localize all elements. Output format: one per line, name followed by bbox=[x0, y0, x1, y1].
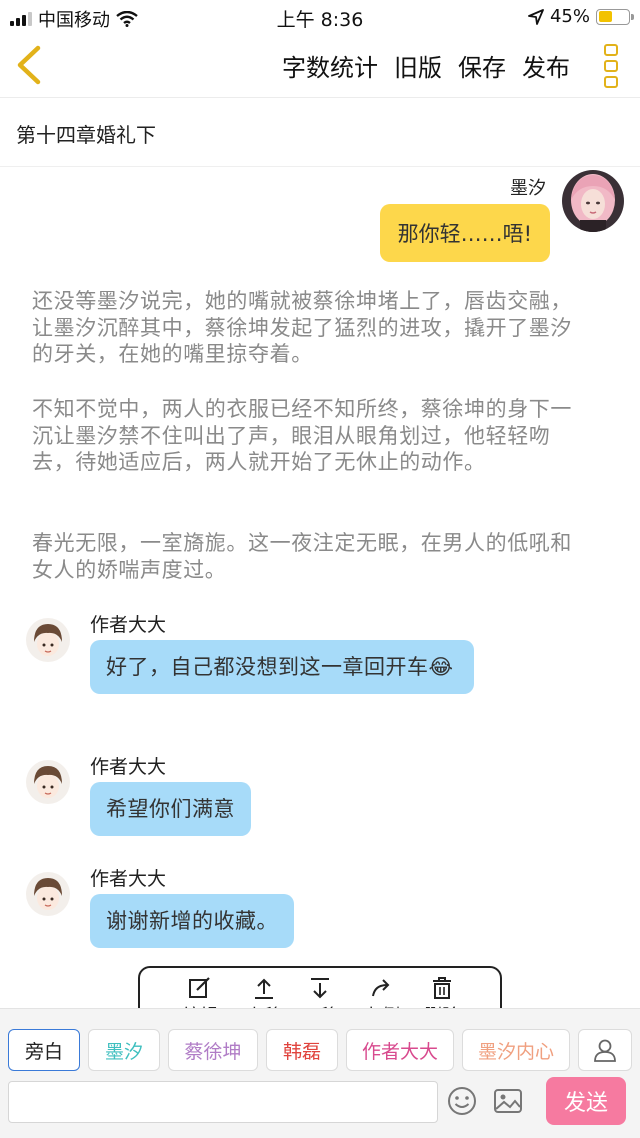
narration-paragraph-3[interactable]: 春光无限，一室旖旎。这一夜注定无眠，在男人的低吼和女人的娇喘声度过。 bbox=[32, 530, 592, 583]
author-avatar bbox=[26, 872, 70, 916]
chevron-left-icon bbox=[17, 45, 41, 85]
image-button[interactable] bbox=[492, 1085, 524, 1117]
battery-fill bbox=[598, 11, 612, 22]
character-chips: 旁白 墨汐 蔡徐坤 韩磊 作者大大 墨汐内心 bbox=[8, 1029, 570, 1071]
chip-label: 旁白 bbox=[24, 1040, 63, 1063]
user-icon bbox=[594, 1039, 616, 1062]
chip-label: 墨汐 bbox=[104, 1040, 143, 1063]
old-version-button[interactable]: 旧版 bbox=[394, 48, 442, 83]
author-name: 作者大大 bbox=[90, 868, 167, 890]
moxi-bubble[interactable]: 那你轻……唔! bbox=[379, 204, 550, 262]
chapter-title[interactable]: 第十四章婚礼下 bbox=[0, 99, 640, 167]
chip-label: 韩磊 bbox=[282, 1040, 321, 1063]
narration-paragraph-1[interactable]: 还没等墨汐说完，她的嘴就被蔡徐坤堵上了，唇齿交融，让墨汐沉醉其中，蔡徐坤发起了猛… bbox=[32, 288, 592, 368]
author-avatar bbox=[26, 618, 70, 662]
author-avatar bbox=[26, 760, 70, 804]
arrow-down-icon bbox=[311, 978, 329, 999]
status-bar: 中国移动 上午 8:36 45% bbox=[0, 0, 640, 34]
back-button[interactable] bbox=[10, 42, 50, 88]
moxi-name: 墨汐 bbox=[510, 178, 546, 199]
chip-label: 墨汐内心 bbox=[477, 1040, 554, 1063]
more-vertical-icon[interactable] bbox=[602, 44, 620, 88]
moxi-avatar bbox=[562, 170, 624, 232]
chip-moxi-inner[interactable]: 墨汐内心 bbox=[462, 1029, 570, 1071]
smiley-icon bbox=[448, 1087, 476, 1115]
chip-moxi[interactable]: 墨汐 bbox=[88, 1029, 160, 1071]
author-name: 作者大大 bbox=[90, 614, 167, 636]
chip-author[interactable]: 作者大大 bbox=[346, 1029, 454, 1071]
arrow-up-icon bbox=[255, 978, 273, 999]
edit-icon bbox=[189, 977, 210, 998]
moxi-message[interactable]: 墨汐 那你轻……唔! bbox=[324, 170, 624, 270]
emoji-button[interactable] bbox=[446, 1085, 478, 1117]
add-character-button[interactable] bbox=[578, 1029, 632, 1071]
trash-icon bbox=[433, 977, 451, 999]
battery-icon bbox=[596, 8, 634, 25]
message-input[interactable] bbox=[8, 1081, 438, 1123]
narration-paragraph-2[interactable]: 不知不觉中，两人的衣服已经不知所终，蔡徐坤的身下一沉让墨汐禁不住叫出了声，眼泪从… bbox=[32, 396, 592, 476]
battery-percent: 45% bbox=[549, 6, 590, 27]
save-button[interactable]: 保存 bbox=[458, 48, 506, 83]
chip-caixukun[interactable]: 蔡徐坤 bbox=[168, 1029, 258, 1071]
chip-hanlei[interactable]: 韩磊 bbox=[266, 1029, 338, 1071]
nav-actions: 字数统计 旧版 保存 发布 bbox=[282, 48, 570, 83]
composer-panel: 旁白 墨汐 蔡徐坤 韩磊 作者大大 墨汐内心 发送 bbox=[0, 1008, 640, 1138]
word-count-button[interactable]: 字数统计 bbox=[282, 48, 378, 83]
author-bubble[interactable]: 谢谢新增的收藏。 bbox=[90, 894, 294, 948]
publish-button[interactable]: 发布 bbox=[522, 48, 570, 83]
location-arrow-icon bbox=[528, 8, 544, 25]
share-arrow-icon bbox=[372, 979, 390, 997]
author-name: 作者大大 bbox=[90, 756, 167, 778]
author-bubble[interactable]: 希望你们满意 bbox=[90, 782, 251, 836]
top-nav: 字数统计 旧版 保存 发布 bbox=[0, 34, 640, 98]
chip-label: 蔡徐坤 bbox=[184, 1040, 242, 1063]
status-right: 45% bbox=[528, 6, 634, 27]
image-icon bbox=[494, 1089, 522, 1113]
chip-narrator[interactable]: 旁白 bbox=[8, 1029, 80, 1071]
send-button[interactable]: 发送 bbox=[546, 1077, 626, 1125]
chip-label: 作者大大 bbox=[361, 1040, 438, 1063]
author-bubble[interactable]: 好了，自己都没想到这一章回开车😂 bbox=[90, 640, 474, 694]
